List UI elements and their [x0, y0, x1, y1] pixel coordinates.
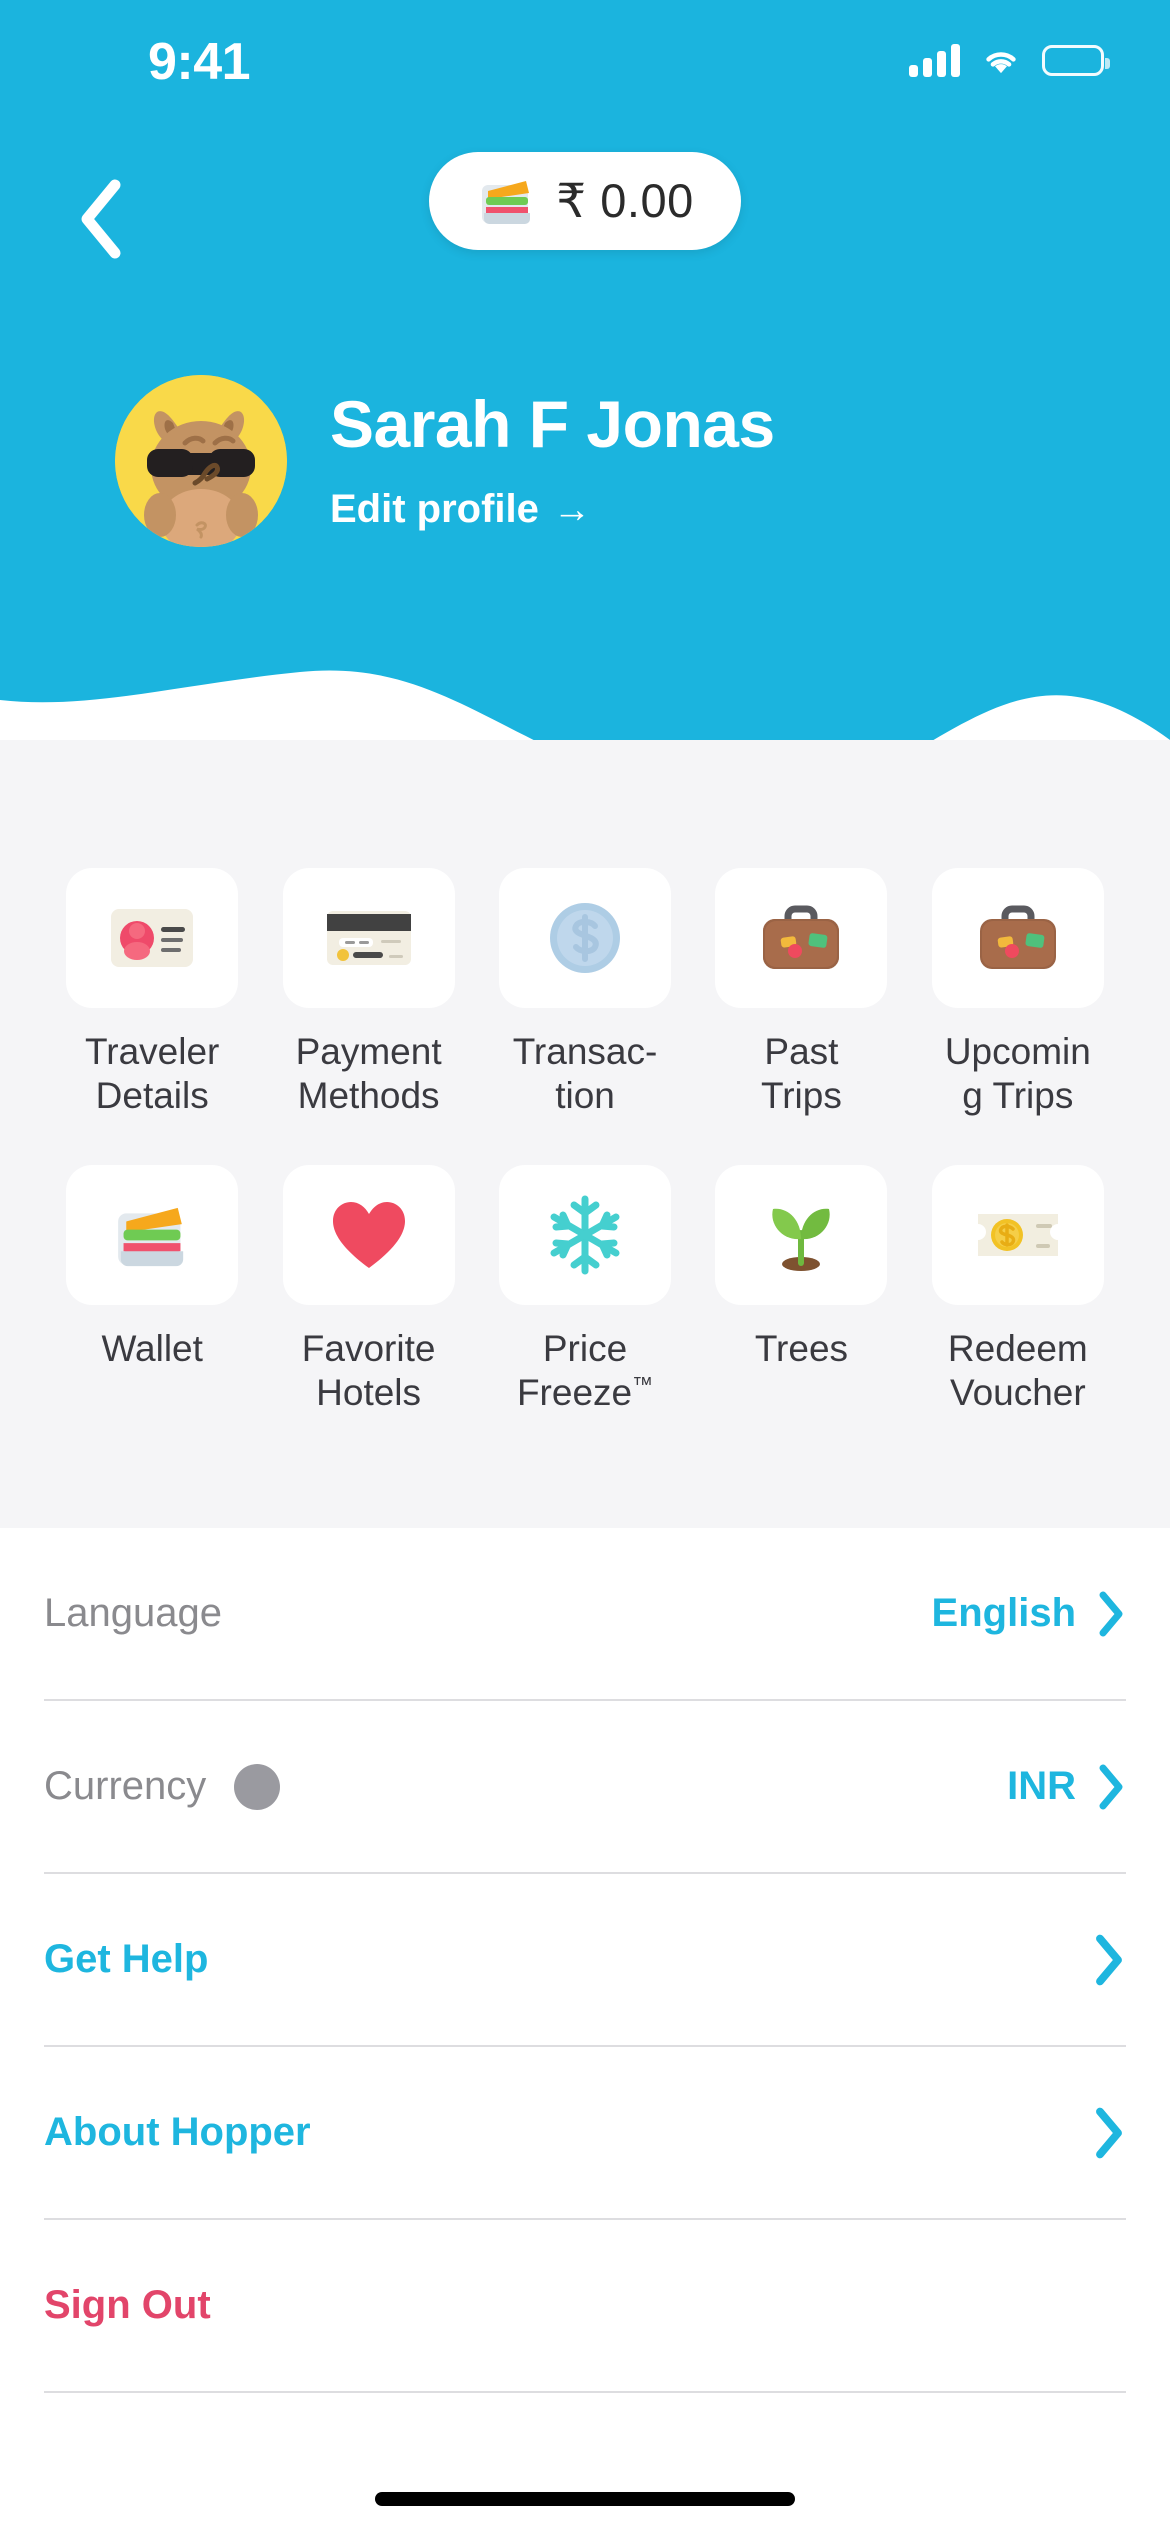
- wallet-icon: [482, 181, 531, 224]
- row-right[interactable]: [1092, 1933, 1126, 1987]
- dollar-coin-icon: [550, 903, 621, 973]
- tile[interactable]: [931, 868, 1104, 1008]
- about-hopper-label: About Hopper: [44, 2110, 311, 2154]
- edit-profile-label: Edit profile: [330, 487, 539, 532]
- language-value: English: [931, 1591, 1076, 1635]
- quick-actions-grid: Traveler Details Payment Methods Transac…: [0, 868, 1170, 1416]
- tile[interactable]: [66, 868, 239, 1008]
- settings-row-currency[interactable]: Currency INR: [0, 1701, 1170, 1872]
- settings-list: Language English Currency INR Get Help A…: [0, 1528, 1170, 2393]
- cellular-signal-icon: [909, 43, 960, 77]
- snowflake-icon: [550, 1195, 620, 1275]
- grid-item-payment-methods[interactable]: Payment Methods: [260, 868, 476, 1119]
- settings-row-about-hopper[interactable]: About Hopper: [0, 2047, 1170, 2218]
- wallet-balance-pill[interactable]: ₹ 0.00: [429, 152, 741, 250]
- settings-row-sign-out[interactable]: Sign Out: [0, 2220, 1170, 2391]
- grid-item-label: Traveler Details: [85, 1031, 220, 1117]
- currency-value: INR: [1007, 1764, 1076, 1808]
- grid-item-traveler-details[interactable]: Traveler Details: [44, 868, 260, 1119]
- id-card-icon: [111, 909, 194, 967]
- divider: [44, 2391, 1126, 2393]
- grid-item-transaction[interactable]: Transac-tion: [477, 868, 693, 1119]
- grid-item-label: Trees: [754, 1327, 849, 1369]
- avatar[interactable]: [115, 375, 287, 547]
- grid-item-label: Wallet: [101, 1327, 203, 1369]
- row-left: Currency: [44, 1763, 281, 1810]
- grid-item-upcoming-trips[interactable]: Upcoming Trips: [910, 868, 1126, 1119]
- chevron-right-icon: [1099, 1764, 1123, 1809]
- edit-profile-link[interactable]: Edit profile →: [330, 487, 775, 532]
- battery-icon: [1042, 44, 1110, 76]
- status-bar: 9:41: [0, 0, 1170, 132]
- profile-header[interactable]: Sarah F Jonas Edit profile →: [0, 375, 1170, 547]
- grid-item-redeem-voucher[interactable]: Redeem Voucher: [910, 1164, 1126, 1416]
- quick-actions-row: Wallet Favorite Hotels Price Freeze™ Tre…: [0, 1164, 1170, 1416]
- home-indicator[interactable]: [375, 2492, 795, 2506]
- grid-item-favorite-hotels[interactable]: Favorite Hotels: [260, 1164, 476, 1416]
- chevron-right-icon: [1099, 1591, 1123, 1636]
- suitcase-icon: [979, 905, 1056, 969]
- settings-row-language[interactable]: Language English: [0, 1528, 1170, 1699]
- grid-item-label: Payment Methods: [295, 1031, 442, 1117]
- get-help-label: Get Help: [44, 1937, 209, 1981]
- tile[interactable]: [715, 868, 888, 1008]
- row-right[interactable]: English: [932, 1590, 1126, 1638]
- seedling-icon: [772, 1208, 831, 1271]
- row-right[interactable]: [1092, 2106, 1126, 2160]
- currency-loading-dot: [234, 1763, 281, 1810]
- tile[interactable]: [282, 868, 455, 1008]
- credit-card-icon: [326, 911, 411, 965]
- settings-row-get-help[interactable]: Get Help: [0, 1874, 1170, 2045]
- grid-item-label: Price Freeze™: [505, 1327, 665, 1416]
- grid-item-label: Favorite Hotels: [301, 1327, 436, 1414]
- profile-text: Sarah F Jonas Edit profile →: [330, 386, 775, 532]
- tile[interactable]: [715, 1164, 888, 1305]
- status-time: 9:41: [148, 33, 251, 91]
- back-button[interactable]: [56, 174, 146, 264]
- grid-item-label: Redeem Voucher: [947, 1327, 1088, 1414]
- grid-item-price-freeze[interactable]: Price Freeze™: [477, 1164, 693, 1416]
- tile[interactable]: [499, 868, 672, 1008]
- wifi-icon: [986, 52, 1016, 74]
- arrow-right-icon: →: [552, 488, 591, 531]
- bunny-avatar-icon: [115, 375, 287, 547]
- suitcase-icon: [763, 905, 840, 969]
- status-icons: [909, 0, 1110, 126]
- quick-actions-section: Traveler Details Payment Methods Transac…: [0, 740, 1170, 1528]
- row-left: About Hopper: [44, 2110, 311, 2155]
- trademark-mark: ™: [632, 1373, 654, 1397]
- wallet-balance-amount: ₹ 0.00: [556, 174, 694, 227]
- tile[interactable]: [499, 1164, 672, 1305]
- grid-item-label: Upcoming Trips: [944, 1031, 1091, 1117]
- currency-label: Currency: [44, 1764, 207, 1808]
- grid-item-past-trips[interactable]: Past Trips: [693, 868, 909, 1119]
- row-left: Sign Out: [44, 2283, 211, 2328]
- row-right[interactable]: INR: [1007, 1763, 1126, 1811]
- grid-item-label: Transac-tion: [512, 1031, 658, 1117]
- row-left: Get Help: [44, 1937, 208, 1982]
- grid-item-label-text: Price Freeze: [516, 1327, 633, 1414]
- sign-out-label: Sign Out: [44, 2283, 211, 2327]
- quick-actions-row: Traveler Details Payment Methods Transac…: [0, 868, 1170, 1119]
- chevron-right-icon: [1096, 2107, 1122, 2158]
- language-label: Language: [44, 1591, 222, 1635]
- tile[interactable]: [931, 1164, 1104, 1305]
- heart-icon: [332, 1201, 405, 1268]
- grid-item-trees[interactable]: Trees: [693, 1164, 909, 1416]
- grid-item-label: Past Trips: [760, 1031, 842, 1117]
- grid-item-wallet[interactable]: Wallet: [44, 1164, 260, 1416]
- chevron-right-icon: [1096, 1934, 1122, 1985]
- back-chevron-icon: [81, 179, 121, 259]
- voucher-icon: [977, 1213, 1058, 1256]
- tile[interactable]: [282, 1164, 455, 1305]
- wallet-icon: [118, 1207, 184, 1266]
- tile[interactable]: [66, 1164, 239, 1305]
- profile-name: Sarah F Jonas: [330, 386, 775, 461]
- row-left: Language: [44, 1591, 222, 1636]
